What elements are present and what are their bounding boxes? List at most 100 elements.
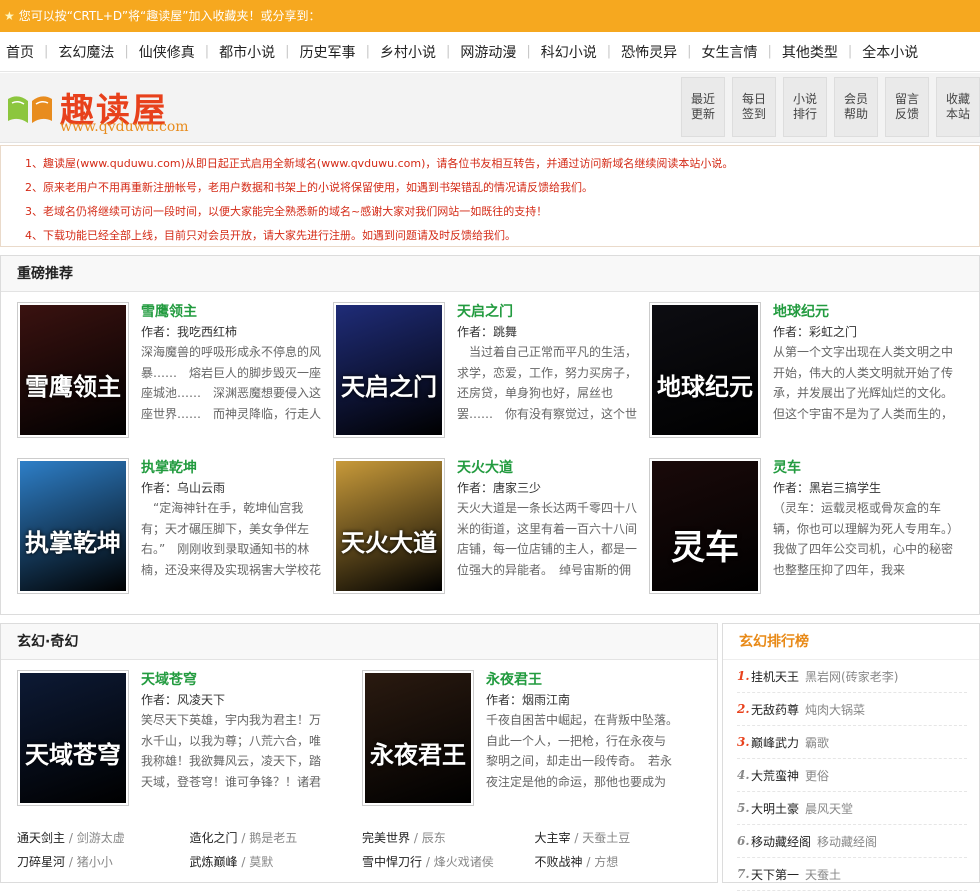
rank-item[interactable]: 6. 移动藏经阁 移动藏经阁 <box>737 825 967 858</box>
rank-book[interactable]: 无敌药尊 <box>751 701 799 718</box>
book-cover[interactable]: 灵车 <box>649 458 761 594</box>
rank-book[interactable]: 大明土豪 <box>751 800 799 817</box>
book-author: 作者：乌山云雨 <box>141 481 226 495</box>
list-author-sep: / <box>65 855 77 869</box>
nav-item[interactable]: 都市小说 <box>219 42 275 62</box>
rank-book[interactable]: 大荒蛮神 <box>751 767 799 784</box>
rank-author: 更俗 <box>805 768 830 783</box>
book-cover[interactable]: 地球纪元 <box>649 302 761 438</box>
nav-item[interactable]: 乡村小说 <box>380 42 436 62</box>
nav-item[interactable]: 女生言情 <box>702 42 758 62</box>
nav-divider: | <box>767 44 772 59</box>
rank-author: 炖肉大锅菜 <box>805 702 866 717</box>
list-author-sep: / <box>237 855 250 869</box>
rank-item[interactable]: 3. 巅峰武力 霸歌 <box>737 726 967 759</box>
section-title: 重磅推荐 <box>1 256 979 292</box>
nav-item[interactable]: 玄幻魔法 <box>58 42 114 62</box>
list-row: 刀碎星河 / 猪小小 武炼巅峰 / 莫默 雪中悍刀行 / 烽火戏诸侯 不败战神 / 方… <box>17 850 707 874</box>
ranking-title: 玄幻排行榜 <box>723 624 979 660</box>
nav-item[interactable]: 恐怖灵异 <box>621 42 677 62</box>
list-author: 鹅是老五 <box>249 831 298 845</box>
book-title[interactable]: 雪鹰领主 <box>141 302 327 322</box>
nav-divider: | <box>687 44 692 59</box>
list-author-sep: / <box>237 831 250 845</box>
book-info: 永夜君王 作者：烟雨江南 千夜自困苦中崛起，在背叛中坠落。 自此一个人，一把枪，行在… <box>486 670 672 792</box>
list-author: 莫默 <box>249 855 274 869</box>
nav-item[interactable]: 历史军事 <box>300 42 356 62</box>
rank-book[interactable]: 挂机天王 <box>751 668 799 685</box>
book-author: 作者：跳舞 <box>457 325 518 339</box>
nav-item[interactable]: 网游动漫 <box>460 42 516 62</box>
rank-item[interactable]: 2. 无敌药尊 炖肉大锅菜 <box>737 693 967 726</box>
nav-item[interactable]: 其他类型 <box>782 42 838 62</box>
rank-item[interactable]: 1. 挂机天王 黑岩网(砖家老李) <box>737 660 967 693</box>
cover-title: 地球纪元 <box>657 372 753 401</box>
book-title[interactable]: 执掌乾坤 <box>141 458 327 478</box>
book-author: 作者：风凌天下 <box>141 693 226 707</box>
book-cover[interactable]: 执掌乾坤 <box>17 458 129 594</box>
book-title[interactable]: 天火大道 <box>457 458 643 478</box>
list-author: 猪小小 <box>76 855 113 869</box>
quick-link-button[interactable]: 留言反馈 <box>885 77 929 137</box>
list-book-link[interactable]: 刀碎星河 <box>17 855 65 869</box>
book-title[interactable]: 天域苍穹 <box>141 670 327 690</box>
quick-link-button[interactable]: 收藏本站 <box>936 77 980 137</box>
list-book-link[interactable]: 通天剑主 <box>17 831 65 845</box>
quick-link-button[interactable]: 小说排行 <box>783 77 827 137</box>
list-book-link[interactable]: 造化之门 <box>190 831 238 845</box>
list-book-link[interactable]: 完美世界 <box>362 831 410 845</box>
list-item: 刀碎星河 / 猪小小 <box>17 850 190 874</box>
list-author: 天蚕土豆 <box>582 831 631 845</box>
rank-item[interactable]: 7. 天下第一 天蚕土 <box>737 858 967 891</box>
cover-title: 永夜君王 <box>370 740 466 769</box>
quick-link-button[interactable]: 最近更新 <box>681 77 725 137</box>
cover-title: 执掌乾坤 <box>25 528 121 557</box>
book-cover[interactable]: 天火大道 <box>333 458 445 594</box>
list-item: 完美世界 / 辰东 <box>362 826 535 850</box>
book-title[interactable]: 灵车 <box>773 458 959 478</box>
notice-line[interactable]: 2、原来老用户不用再重新注册帐号，老用户数据和书架上的小说将保留使用，如遇到书架… <box>25 176 979 200</box>
nav-item[interactable]: 仙侠修真 <box>139 42 195 62</box>
nav-item[interactable]: 全本小说 <box>862 42 918 62</box>
book-cover[interactable]: 天域苍穹 <box>17 670 129 806</box>
book-cover[interactable]: 永夜君王 <box>362 670 474 806</box>
notice-line[interactable]: 4、下载功能已经全部上线，目前只对会员开放，请大家先进行注册。如遇到问题请及时反… <box>25 224 979 248</box>
notice-line[interactable]: 3、老域名仍将继续可访问一段时间，以便大家能完全熟悉新的域名~感谢大家对我们网站… <box>25 200 979 224</box>
list-book-link[interactable]: 雪中悍刀行 <box>362 855 422 869</box>
book-card: 雪鹰领主 雪鹰领主 作者：我吃西红柿 深海魔兽的呼吸形成永不停息的风暴…… 熔岩巨人的… <box>17 302 327 442</box>
rank-book[interactable]: 巅峰武力 <box>751 734 799 751</box>
cover-image: 天域苍穹 <box>20 673 126 803</box>
book-desc: 天火大道是一条长达两千零四十八米的街道，这里有着一百六十八间店铺，每一位店铺的主… <box>457 501 638 577</box>
quick-link-button[interactable]: 会员帮助 <box>834 77 878 137</box>
list-book-link[interactable]: 大主宰 <box>535 831 571 845</box>
book-cover[interactable]: 雪鹰领主 <box>17 302 129 438</box>
featured-section: 重磅推荐 雪鹰领主 雪鹰领主 作者：我吃西红柿 深海魔兽的呼吸形成永不停息的风暴…… … <box>0 255 980 615</box>
quick-link-button[interactable]: 每日签到 <box>732 77 776 137</box>
cover-image: 地球纪元 <box>652 305 758 435</box>
book-title[interactable]: 地球纪元 <box>773 302 959 322</box>
book-desc: 从第一个文字出现在人类文明之中开始，伟大的人类文明就开始了传承，并发展出了光辉灿… <box>773 345 959 421</box>
rank-book[interactable]: 天下第一 <box>751 866 799 883</box>
rank-item[interactable]: 5. 大明土豪 晨风天堂 <box>737 792 967 825</box>
book-author: 作者：烟雨江南 <box>486 693 571 707</box>
book-title[interactable]: 天启之门 <box>457 302 643 322</box>
cover-title: 天火大道 <box>341 528 437 557</box>
book-title[interactable]: 永夜君王 <box>486 670 672 690</box>
nav-item[interactable]: 科幻小说 <box>541 42 597 62</box>
nav-item[interactable]: 首页 <box>6 42 34 62</box>
rank-book[interactable]: 移动藏经阁 <box>751 833 811 850</box>
book-desc: 当过着自己正常而平凡的生活，求学，恋爱，工作，努力买房子，还房贷，单身狗也好，屌… <box>457 345 638 421</box>
book-cover[interactable]: 天启之门 <box>333 302 445 438</box>
cover-image: 雪鹰领主 <box>20 305 126 435</box>
list-author: 方想 <box>594 855 619 869</box>
list-book-link[interactable]: 武炼巅峰 <box>190 855 238 869</box>
notice-line[interactable]: 1、趣读屋(www.quduwu.com)从即日起正式启用全新域名(www.qv… <box>25 152 979 176</box>
site-logo[interactable]: 趣读屋 www.qvduwu.com <box>6 87 206 137</box>
xuanhuan-section: 玄幻·奇幻 天域苍穹 天域苍穹 作者：风凌天下 笑尽天下英雄，宇内我为君主！万水千山，… <box>0 623 718 883</box>
rank-author: 晨风天堂 <box>805 801 854 816</box>
rank-author: 黑岩网(砖家老李) <box>805 669 899 684</box>
book-card: 天火大道 天火大道 作者：唐家三少 天火大道是一条长达两千零四十八米的街道，这里有着一… <box>333 458 643 598</box>
list-book-link[interactable]: 不败战神 <box>535 855 583 869</box>
rank-number: 2. <box>737 702 750 716</box>
rank-item[interactable]: 4. 大荒蛮神 更俗 <box>737 759 967 792</box>
